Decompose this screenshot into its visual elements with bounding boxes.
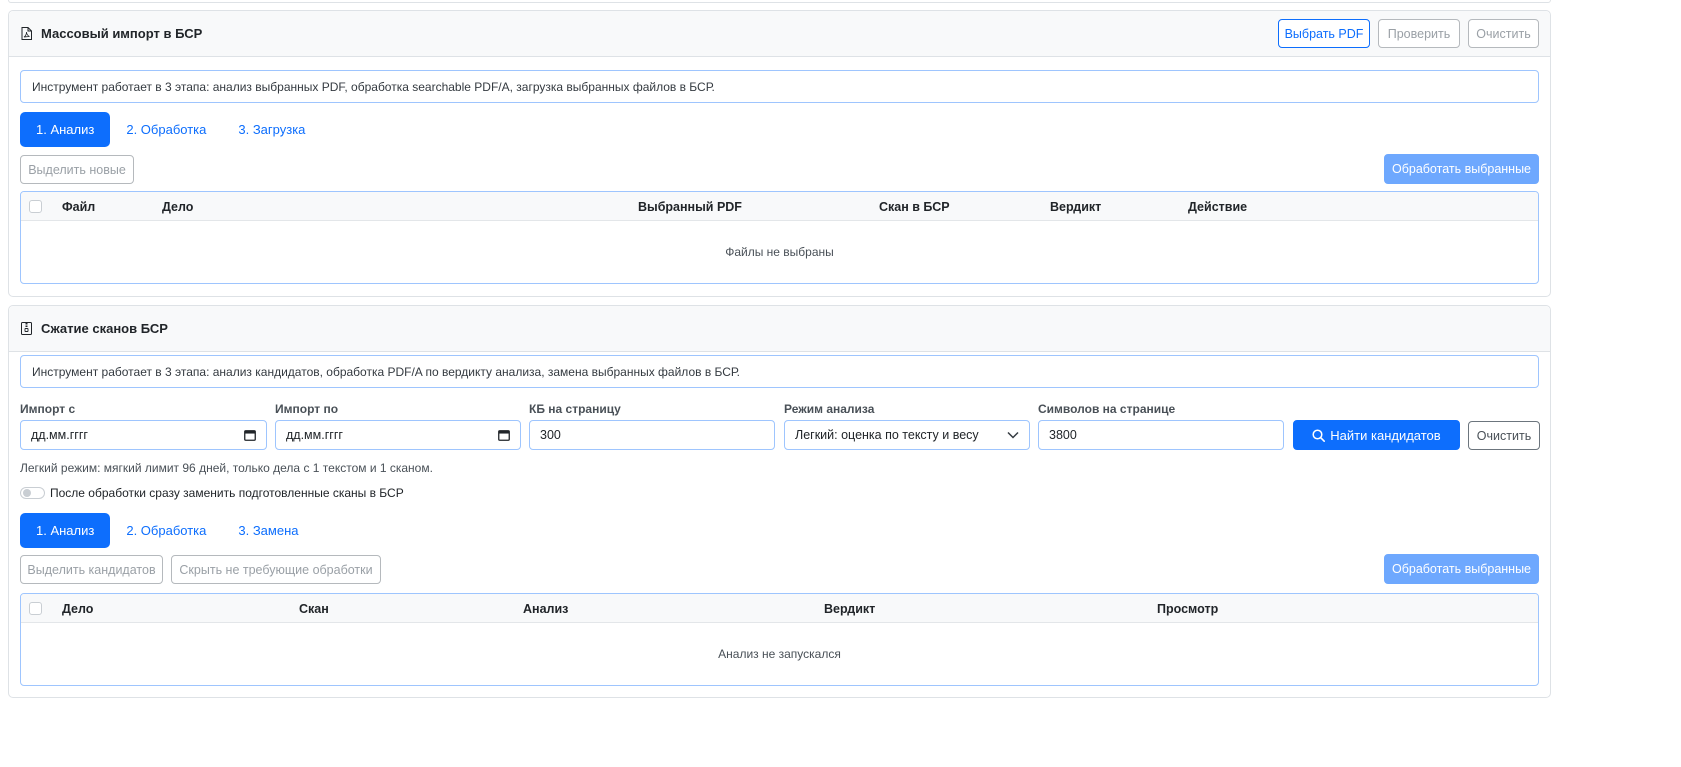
import-table-header: Файл Дело Выбранный PDF Скан в БСР Верди… bbox=[21, 192, 1538, 221]
clear-compress-button[interactable]: Очистить bbox=[1468, 421, 1540, 450]
tab-compress-replace[interactable]: 3. Замена bbox=[222, 513, 314, 548]
col-action: Действие bbox=[1188, 199, 1248, 214]
compress-header: Сжатие сканов БСР bbox=[9, 306, 1550, 352]
col-analysis: Анализ bbox=[523, 601, 569, 616]
chars-per-page-value: 3800 bbox=[1049, 428, 1077, 442]
search-icon bbox=[1312, 428, 1326, 442]
find-candidates-label: Найти кандидатов bbox=[1330, 427, 1441, 443]
compress-stage-tabs: 1. Анализ 2. Обработка 3. Замена bbox=[20, 513, 315, 548]
import-stage-tabs: 1. Анализ 2. Обработка 3. Загрузка bbox=[20, 112, 321, 147]
calendar-icon[interactable] bbox=[498, 429, 510, 441]
select-new-button[interactable]: Выделить новые bbox=[20, 155, 134, 184]
col-case: Дело bbox=[162, 199, 194, 214]
col-case: Дело bbox=[62, 601, 94, 616]
mass-import-title-text: Массовый импорт в БСР bbox=[41, 26, 203, 41]
clear-import-button[interactable]: Очистить bbox=[1468, 19, 1539, 48]
import-info-box: Инструмент работает в 3 этапа: анализ вы… bbox=[20, 70, 1539, 103]
col-file: Файл bbox=[62, 199, 96, 214]
select-all-checkbox[interactable] bbox=[29, 200, 42, 213]
choose-pdf-button[interactable]: Выбрать PDF bbox=[1278, 19, 1370, 48]
hide-unneeded-button[interactable]: Скрыть не требующие обработки bbox=[171, 555, 381, 584]
tab-compress-processing[interactable]: 2. Обработка bbox=[110, 513, 222, 548]
col-scan: Скан bbox=[299, 601, 329, 616]
toggle-knob bbox=[23, 489, 31, 497]
col-verdict: Вердикт bbox=[1050, 199, 1102, 214]
import-process-selected-button[interactable]: Обработать выбранные bbox=[1384, 154, 1539, 184]
tab-import-upload[interactable]: 3. Загрузка bbox=[222, 112, 321, 147]
compress-analysis-table: Дело Скан Анализ Вердикт Просмотр Анализ… bbox=[20, 593, 1539, 686]
kb-per-page-label: КБ на страницу bbox=[529, 402, 621, 416]
kb-per-page-value: 300 bbox=[540, 428, 561, 442]
select-candidates-button[interactable]: Выделить кандидатов bbox=[20, 555, 163, 584]
compress-info-box: Инструмент работает в 3 этапа: анализ ка… bbox=[20, 355, 1539, 388]
chevron-down-icon bbox=[1007, 431, 1019, 439]
kb-per-page-input[interactable]: 300 bbox=[529, 420, 775, 450]
tab-import-processing[interactable]: 2. Обработка bbox=[110, 112, 222, 147]
find-candidates-button[interactable]: Найти кандидатов bbox=[1293, 420, 1460, 450]
import-empty-row: Файлы не выбраны bbox=[21, 221, 1538, 283]
analysis-mode-value: Легкий: оценка по тексту и весу bbox=[795, 428, 979, 442]
col-preview: Просмотр bbox=[1157, 601, 1219, 616]
check-button[interactable]: Проверить bbox=[1378, 19, 1460, 48]
compress-process-selected-button[interactable]: Обработать выбранные bbox=[1384, 554, 1539, 584]
compress-title-text: Сжатие сканов БСР bbox=[41, 321, 168, 336]
auto-replace-label: После обработки сразу заменить подготовл… bbox=[50, 486, 404, 500]
mass-import-header: Массовый импорт в БСР Выбрать PDF Провер… bbox=[9, 11, 1550, 57]
tab-compress-analysis[interactable]: 1. Анализ bbox=[20, 513, 111, 548]
compress-empty-row: Анализ не запускался bbox=[21, 623, 1538, 685]
col-selected-pdf: Выбранный PDF bbox=[638, 199, 742, 214]
analysis-mode-label: Режим анализа bbox=[784, 402, 875, 416]
archive-file-icon bbox=[21, 322, 32, 335]
compress-scans-card: Сжатие сканов БСР Инструмент работает в … bbox=[8, 305, 1551, 698]
pdf-file-icon bbox=[21, 27, 32, 40]
mass-import-title: Массовый импорт в БСР bbox=[21, 26, 202, 41]
calendar-icon[interactable] bbox=[244, 429, 256, 441]
import-info-text: Инструмент работает в 3 этапа: анализ вы… bbox=[32, 79, 715, 94]
import-to-value: дд.мм.гггг bbox=[286, 428, 343, 442]
chars-per-page-input[interactable]: 3800 bbox=[1038, 420, 1284, 450]
compress-table-header: Дело Скан Анализ Вердикт Просмотр bbox=[21, 594, 1538, 623]
import-from-label: Импорт с bbox=[20, 402, 76, 416]
import-files-table: Файл Дело Выбранный PDF Скан в БСР Верди… bbox=[20, 191, 1539, 284]
compress-info-text: Инструмент работает в 3 этапа: анализ ка… bbox=[32, 364, 741, 379]
mode-hint: Легкий режим: мягкий лимит 96 дней, толь… bbox=[20, 461, 433, 475]
select-all-checkbox[interactable] bbox=[29, 602, 42, 615]
import-from-date-input[interactable]: дд.мм.гггг bbox=[20, 420, 267, 450]
import-to-label: Импорт по bbox=[275, 402, 339, 416]
import-from-value: дд.мм.гггг bbox=[31, 428, 88, 442]
mass-import-card: Массовый импорт в БСР Выбрать PDF Провер… bbox=[8, 10, 1551, 297]
compress-title: Сжатие сканов БСР bbox=[21, 321, 168, 336]
col-verdict: Вердикт bbox=[824, 601, 876, 616]
import-to-date-input[interactable]: дд.мм.гггг bbox=[275, 420, 521, 450]
auto-replace-toggle[interactable] bbox=[20, 487, 45, 499]
chars-per-page-label: Символов на странице bbox=[1038, 402, 1176, 416]
previous-card-edge bbox=[8, 0, 1551, 3]
tab-import-analysis[interactable]: 1. Анализ bbox=[20, 112, 111, 147]
col-scan-in-bsr: Скан в БСР bbox=[879, 199, 950, 214]
compress-empty-text: Анализ не запускался bbox=[718, 647, 841, 661]
analysis-mode-select[interactable]: Легкий: оценка по тексту и весу bbox=[784, 420, 1030, 450]
mass-import-actions: Выбрать PDF Проверить Очистить bbox=[1278, 19, 1539, 48]
import-empty-text: Файлы не выбраны bbox=[725, 245, 834, 259]
